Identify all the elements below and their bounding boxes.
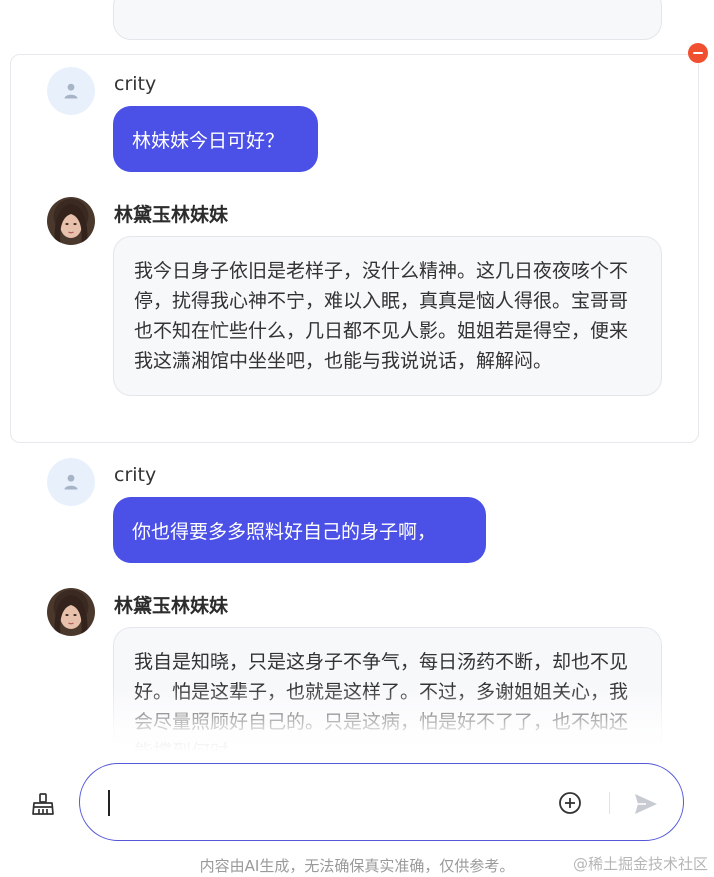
user-avatar <box>47 458 95 506</box>
message-author: 林黛玉林妹妹 <box>114 204 229 226</box>
divider <box>609 792 610 814</box>
text-cursor <box>108 790 110 816</box>
remove-group-button[interactable] <box>688 43 708 63</box>
send-icon <box>635 794 657 814</box>
send-button[interactable] <box>633 791 659 817</box>
user-message-bubble: 你也得要多多照料好自己的身子啊， <box>113 497 486 563</box>
assistant-avatar <box>47 588 95 636</box>
attach-button[interactable] <box>558 791 582 815</box>
message-author: 林黛玉林妹妹 <box>114 595 229 617</box>
watermark: @稀土掘金技术社区 <box>572 855 708 873</box>
user-icon <box>64 83 78 99</box>
clear-chat-button[interactable] <box>30 791 56 817</box>
assistant-message-bubble: 我今日身子依旧是老样子，没什么精神。这几日夜夜咳个不停，扰得我心神不宁，难以入眠… <box>113 236 662 396</box>
previous-message-bubble <box>113 0 662 40</box>
chat-app: crity 林妹妹今日可好？ 林黛玉林妹妹 我今日身子依旧是老样子，没什么精神。… <box>0 0 714 877</box>
message-author: crity <box>114 464 157 486</box>
assistant-avatar <box>47 197 95 245</box>
broom-icon <box>32 793 54 815</box>
minus-circle-icon <box>693 51 703 55</box>
message-author: crity <box>114 73 157 95</box>
assistant-message-bubble: 我自是知晓，只是这身子不争气，每日汤药不断，却也不见好。怕是这辈子，也就是这样了… <box>113 627 662 757</box>
user-message-bubble: 林妹妹今日可好？ <box>113 106 318 172</box>
user-icon <box>64 474 78 490</box>
message-input-box[interactable] <box>79 763 684 841</box>
plus-circle-icon <box>559 792 581 814</box>
user-avatar <box>47 67 95 115</box>
